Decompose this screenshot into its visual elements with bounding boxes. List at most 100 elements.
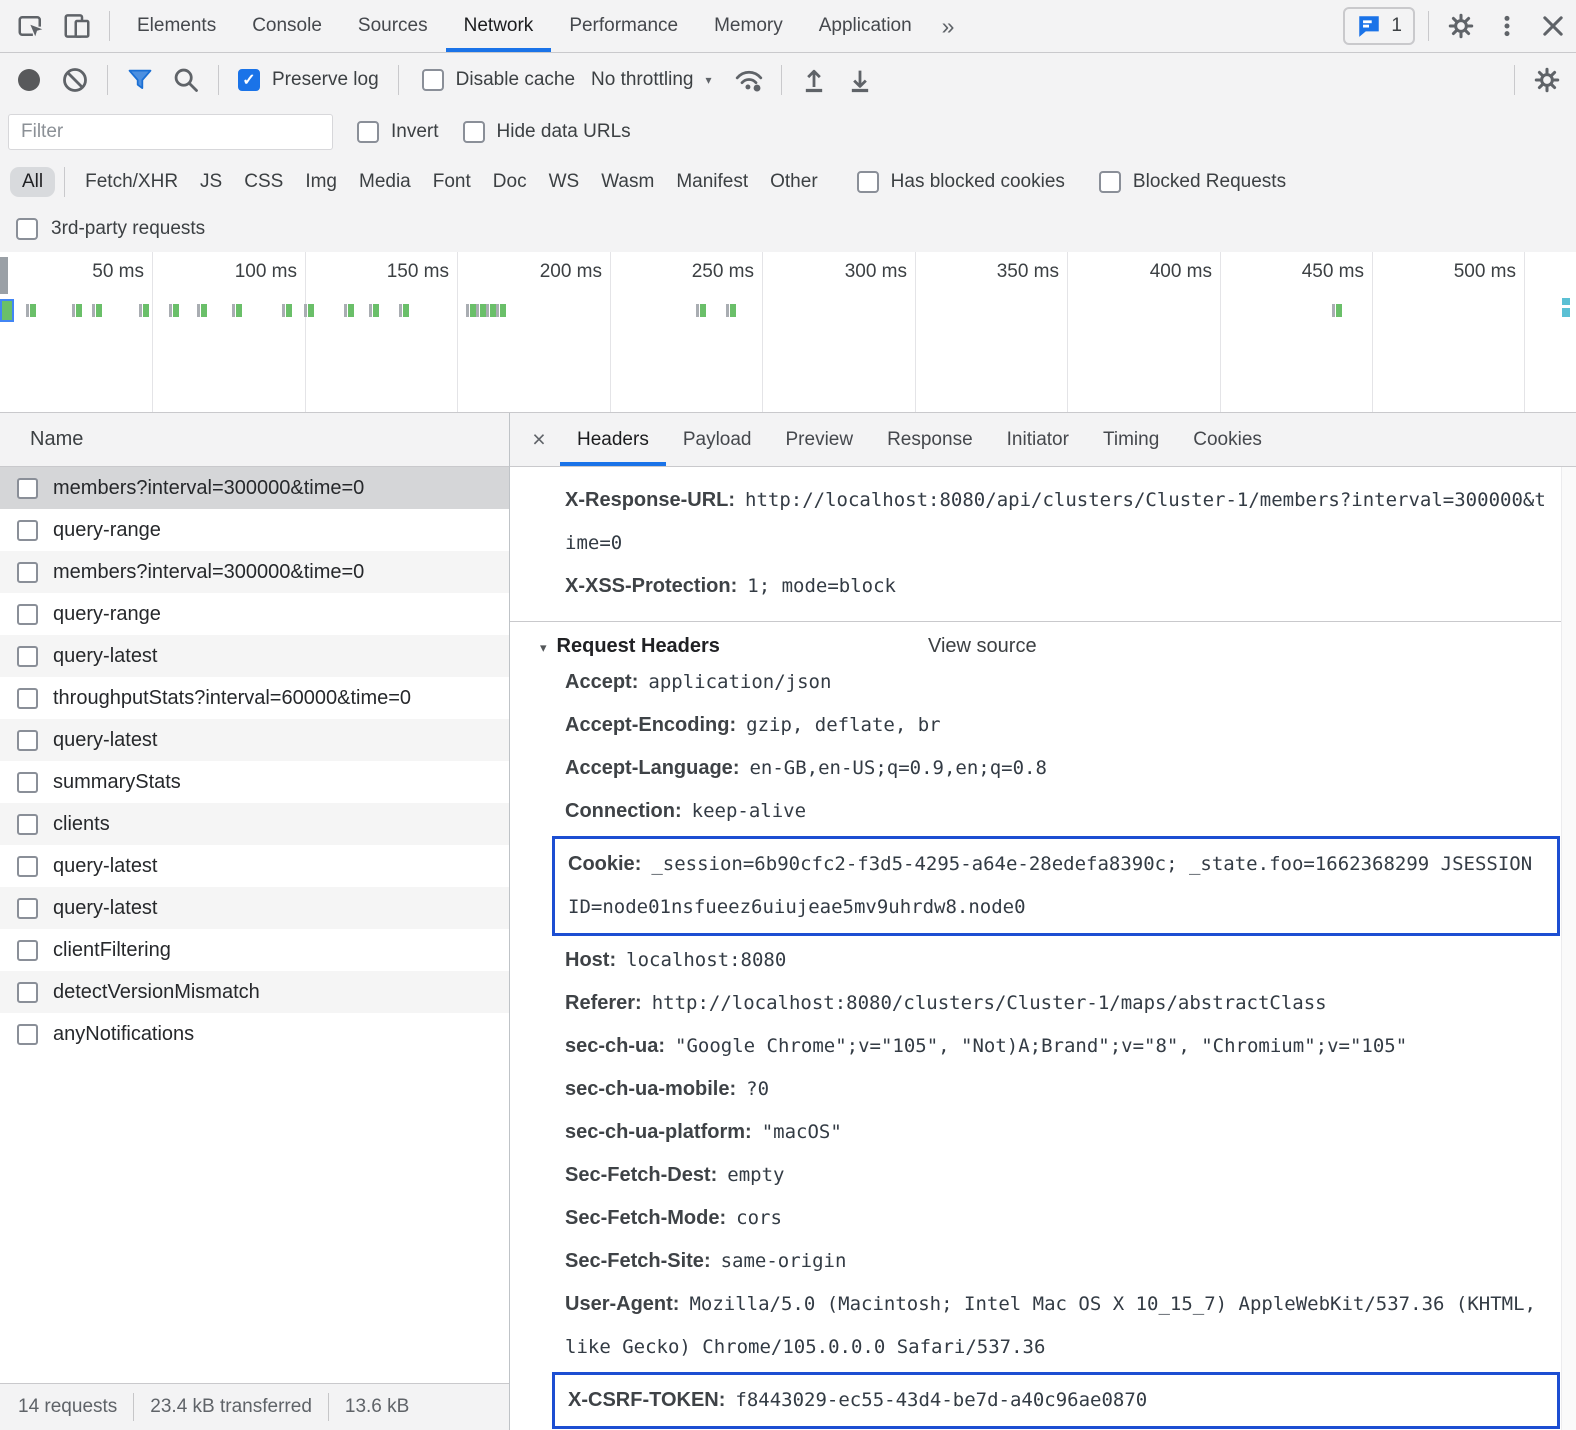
request-checkbox[interactable] — [17, 562, 38, 583]
table-row[interactable]: clientFiltering — [0, 929, 509, 971]
main-tab[interactable]: Application — [801, 0, 930, 52]
request-checkbox[interactable] — [17, 982, 38, 1003]
close-devtools-button[interactable] — [1530, 3, 1576, 49]
table-row[interactable]: members?interval=300000&time=0 — [0, 551, 509, 593]
table-row[interactable]: members?interval=300000&time=0 — [0, 467, 509, 509]
details-tab[interactable]: Timing — [1086, 413, 1176, 466]
request-checkbox[interactable] — [17, 856, 38, 877]
more-options-button[interactable] — [1484, 3, 1530, 49]
details-tab[interactable]: Headers — [560, 413, 666, 466]
invert-group[interactable]: Invert — [357, 121, 439, 143]
main-tab[interactable]: Performance — [551, 0, 696, 52]
export-har-button[interactable] — [837, 57, 883, 103]
scrollbar[interactable] — [1561, 467, 1576, 1430]
hide-data-urls-checkbox[interactable] — [463, 121, 485, 143]
details-tab[interactable]: Payload — [666, 413, 769, 466]
type-filter[interactable]: Img — [305, 171, 337, 193]
disable-cache-group[interactable]: Disable cache — [422, 69, 575, 91]
request-checkbox[interactable] — [17, 898, 38, 919]
table-row[interactable]: query-latest — [0, 845, 509, 887]
header-value: Mozilla/5.0 (Macintosh; Intel Mac OS X 1… — [565, 1293, 1536, 1358]
request-headers-title[interactable]: Request Headers — [557, 635, 720, 658]
request-checkbox[interactable] — [17, 604, 38, 625]
table-row[interactable]: detectVersionMismatch — [0, 971, 509, 1013]
table-row[interactable]: query-latest — [0, 887, 509, 929]
main-tab[interactable]: Console — [234, 0, 340, 52]
device-toolbar-button[interactable] — [54, 3, 100, 49]
settings-button[interactable] — [1438, 3, 1484, 49]
blocked-requests-group[interactable]: Blocked Requests — [1099, 171, 1286, 193]
table-row[interactable]: query-latest — [0, 719, 509, 761]
type-filter[interactable]: Other — [770, 171, 818, 193]
disable-cache-checkbox[interactable] — [422, 69, 444, 91]
timeline-overview[interactable]: 50 ms 100 ms 150 ms 200 ms 250 ms 300 ms… — [0, 252, 1576, 413]
details-tab[interactable]: Initiator — [990, 413, 1086, 466]
type-filter[interactable]: Fetch/XHR — [85, 171, 178, 193]
more-tabs-button[interactable]: » — [930, 13, 967, 40]
view-source-link[interactable]: View source — [928, 635, 1037, 658]
header-name: Sec-Fetch-Site — [565, 1250, 711, 1272]
preserve-log-group[interactable]: ✓ Preserve log — [238, 69, 379, 91]
inspect-element-button[interactable] — [8, 3, 54, 49]
type-filter[interactable]: JS — [200, 171, 222, 193]
filter-toggle-button[interactable] — [117, 57, 163, 103]
preserve-log-checkbox[interactable]: ✓ — [238, 69, 260, 91]
has-blocked-cookies-checkbox[interactable] — [857, 171, 879, 193]
disclosure-triangle-icon[interactable]: ▾ — [540, 640, 547, 656]
details-tab[interactable]: Response — [870, 413, 990, 466]
type-filter[interactable]: Manifest — [676, 171, 748, 193]
details-tab[interactable]: Preview — [769, 413, 871, 466]
table-row[interactable]: clients — [0, 803, 509, 845]
main-tab[interactable]: Memory — [696, 0, 801, 52]
request-checkbox[interactable] — [17, 1024, 38, 1045]
type-filter[interactable]: Font — [433, 171, 471, 193]
request-checkbox[interactable] — [17, 688, 38, 709]
record-button[interactable] — [6, 57, 52, 103]
hide-data-urls-group[interactable]: Hide data URLs — [463, 121, 631, 143]
type-filter[interactable]: WS — [549, 171, 580, 193]
throttling-select[interactable]: No throttling ▾ — [591, 69, 711, 91]
import-har-button[interactable] — [791, 57, 837, 103]
type-filter[interactable]: Wasm — [601, 171, 654, 193]
table-row[interactable]: query-range — [0, 593, 509, 635]
table-row[interactable]: throughputStats?interval=60000&time=0 — [0, 677, 509, 719]
network-conditions-button[interactable] — [726, 57, 772, 103]
header-line: X-Response-URLhttp://localhost:8080/api/… — [510, 479, 1576, 565]
request-checkbox[interactable] — [17, 730, 38, 751]
search-button[interactable] — [163, 57, 209, 103]
timeline-gridline — [762, 252, 763, 412]
type-filter-all[interactable]: All — [10, 167, 55, 197]
clear-button[interactable] — [52, 57, 98, 103]
type-filter[interactable]: CSS — [244, 171, 283, 193]
main-tab[interactable]: Network — [446, 0, 552, 52]
network-split-view: Name members?interval=300000&time=0 quer… — [0, 413, 1576, 1430]
main-tab[interactable]: Sources — [340, 0, 446, 52]
issues-badge-button[interactable]: 1 — [1343, 7, 1415, 45]
invert-checkbox[interactable] — [357, 121, 379, 143]
request-checkbox[interactable] — [17, 940, 38, 961]
header-value: "Google Chrome";v="105", "Not)A;Brand";v… — [675, 1035, 1407, 1057]
table-row[interactable]: summaryStats — [0, 761, 509, 803]
details-tab[interactable]: Cookies — [1176, 413, 1279, 466]
table-row[interactable]: query-range — [0, 509, 509, 551]
blocked-requests-checkbox[interactable] — [1099, 171, 1121, 193]
network-settings-button[interactable] — [1524, 57, 1570, 103]
has-blocked-cookies-group[interactable]: Has blocked cookies — [857, 171, 1065, 193]
type-filter[interactable]: Doc — [493, 171, 527, 193]
request-checkbox[interactable] — [17, 814, 38, 835]
table-row[interactable]: anyNotifications — [0, 1013, 509, 1055]
request-checkbox[interactable] — [17, 478, 38, 499]
request-checkbox[interactable] — [17, 772, 38, 793]
headers-body: X-Response-URLhttp://localhost:8080/api/… — [510, 467, 1576, 1430]
table-row[interactable]: query-latest — [0, 635, 509, 677]
timeline-gridline — [1220, 252, 1221, 412]
request-checkbox[interactable] — [17, 646, 38, 667]
type-filter[interactable]: Media — [359, 171, 411, 193]
main-tab[interactable]: Elements — [119, 0, 234, 52]
close-details-button[interactable]: × — [518, 418, 560, 462]
request-checkbox[interactable] — [17, 520, 38, 541]
filter-input[interactable] — [8, 114, 333, 150]
name-column-header[interactable]: Name — [0, 413, 509, 467]
third-party-checkbox[interactable] — [16, 218, 38, 240]
upload-arrow-icon — [800, 66, 828, 94]
